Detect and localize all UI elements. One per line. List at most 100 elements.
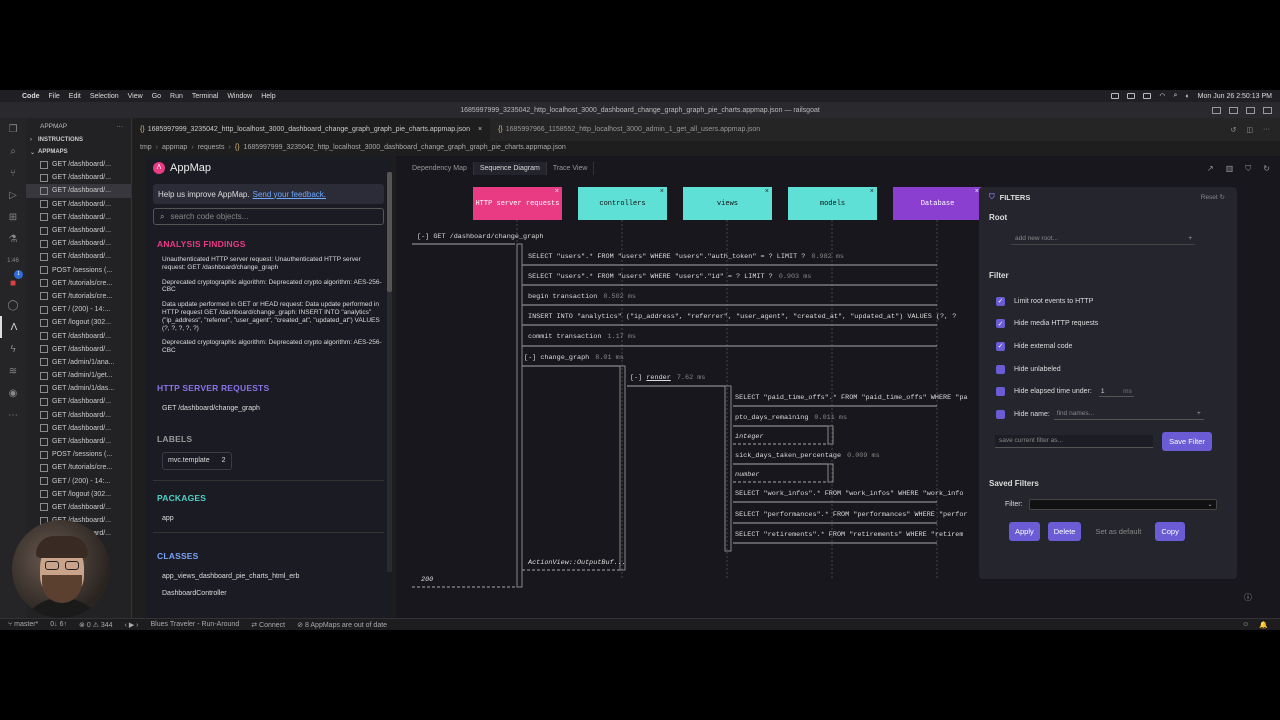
vscode-window: Code File Edit Selection View Go Run Ter… [0, 90, 1280, 630]
plus-icon[interactable]: + [1197, 410, 1204, 417]
close-icon[interactable]: × [765, 188, 769, 196]
message-text: SELECT "paid_time_offs".* FROM "paid_tim… [735, 394, 968, 402]
checkbox-unchecked[interactable]: ✓ [996, 409, 1005, 419]
sql-message[interactable]: SELECT "paid_time_offs".* FROM "paid_tim… [735, 394, 968, 402]
appmaps-out-of-date[interactable]: ⊘ 8 AppMaps are out of date [297, 621, 387, 629]
sql-message[interactable]: SELECT "performances".* FROM "performanc… [735, 511, 968, 519]
connect-label: Connect [259, 621, 286, 629]
copy-button[interactable]: Copy [1155, 521, 1185, 541]
message-text: SELECT "users".* FROM "users" WHERE "use… [528, 273, 773, 281]
sql-message[interactable]: SELECT "users".* FROM "users" WHERE "use… [528, 253, 844, 261]
now-playing[interactable]: Blues Traveler - Run-Around [151, 621, 240, 628]
webcam-overlay [12, 520, 110, 618]
checkbox-checked[interactable]: ✓ [996, 341, 1005, 351]
sync-status[interactable]: 0↓ 6↑ [50, 621, 67, 628]
return-value[interactable]: number [735, 471, 759, 479]
save-filter-input[interactable]: save current filter as... [995, 434, 1153, 448]
close-icon[interactable]: × [660, 188, 664, 196]
message-text: render [646, 374, 671, 382]
return-value[interactable]: ActionView::OutputBuf... [528, 559, 626, 567]
message-time: 1.17 ms [607, 333, 636, 341]
saved-filter-select-row: Filter: ⌄ [979, 498, 1237, 510]
actor-label: views [716, 199, 738, 208]
person-glasses [45, 561, 59, 570]
option-label: Hide unlabeled [1014, 365, 1061, 373]
response-status[interactable]: 200 [421, 576, 433, 584]
actor-2[interactable]: views × [683, 187, 772, 220]
filter-option-hide-elapsed[interactable]: ✓ Hide elapsed time under: 1 ms [979, 380, 1237, 403]
actor-label: Database [920, 199, 955, 208]
sql-message[interactable]: SELECT "work_infos".* FROM "work_infos" … [735, 490, 963, 498]
message-text: SELECT "performances".* FROM "performanc… [735, 511, 968, 519]
root-placeholder: add new root... [1015, 235, 1058, 242]
save-filter-button[interactable]: Save Filter [1162, 431, 1212, 451]
collapse-toggle[interactable]: [-] [630, 374, 642, 382]
sql-message[interactable]: SELECT "retirements".* FROM "retirements… [735, 531, 963, 539]
filter-option-hide-media[interactable]: ✓ Hide media HTTP requests [979, 313, 1237, 336]
appmaps-status-label: 8 AppMaps are out of date [304, 621, 388, 629]
chevron-down-icon: ⌄ [1207, 501, 1213, 508]
branch-indicator[interactable]: ⑂ master* [8, 621, 38, 628]
feedback-icon[interactable]: ☺ [1242, 621, 1249, 629]
reset-label: Reset [1200, 194, 1218, 201]
message-text: integer [735, 433, 764, 441]
option-label: Hide media HTTP requests [1014, 320, 1099, 328]
message-text: SELECT "users".* FROM "users" WHERE "use… [528, 253, 806, 261]
apply-button[interactable]: Apply [1009, 521, 1040, 541]
option-label: Limit root events to HTTP [1014, 297, 1094, 305]
hide-name-input[interactable]: find names... + [1053, 408, 1204, 421]
checkbox-unchecked[interactable]: ✓ [996, 364, 1005, 374]
reset-button[interactable]: Reset ↻ [1201, 193, 1225, 201]
elapsed-time-input[interactable]: 1 ms [1098, 386, 1134, 398]
saved-filter-actions: Apply Delete Set as default Copy [979, 521, 1237, 541]
filter-option-hide-external[interactable]: ✓ Hide external code [979, 335, 1237, 358]
checkbox-checked[interactable]: ✓ [996, 319, 1005, 329]
message-text: pto_days_remaining [735, 414, 809, 422]
actor-label: controllers [599, 199, 646, 208]
filter-select-label: Filter: [1005, 500, 1023, 508]
method-call[interactable]: pto_days_remaining 0.011 ms [735, 414, 847, 422]
actor-4[interactable]: Database × [893, 187, 982, 220]
sql-message[interactable]: INSERT INTO "analytics" ("ip_address", "… [528, 313, 956, 321]
method-call[interactable]: sick_days_taken_percentage 0.009 ms [735, 452, 880, 460]
add-root-input[interactable]: add new root... + [1011, 233, 1195, 245]
media-controls[interactable]: ‹ ▶ › [125, 621, 139, 629]
filters-panel: ⛉ FILTERS Reset ↻ Root add new root... +… [979, 187, 1237, 579]
checkbox-checked[interactable]: ✓ [996, 296, 1005, 306]
controller-call[interactable]: [-] change_graph 8.01 ms [524, 354, 624, 362]
actor-3[interactable]: models × [788, 187, 877, 220]
view-render-call[interactable]: [-] render 7.62 ms [630, 374, 705, 382]
info-icon[interactable]: ⓘ [1244, 592, 1252, 603]
plus-icon[interactable]: + [1188, 235, 1192, 242]
sql-message[interactable]: SELECT "users".* FROM "users" WHERE "use… [528, 273, 811, 281]
message-text: ActionView::OutputBuf... [528, 559, 626, 567]
message-text: [-] change_graph [524, 354, 590, 362]
set-default-button[interactable]: Set as default [1089, 522, 1147, 541]
filters-header: ⛉ FILTERS Reset ↻ [979, 187, 1237, 207]
filter-section-title: Filter [989, 271, 1009, 280]
filter-option-hide-unlabeled[interactable]: ✓ Hide unlabeled [979, 358, 1237, 381]
message-time: 0.009 ms [847, 452, 880, 460]
message-text: SELECT "retirements".* FROM "retirements… [735, 531, 964, 539]
return-value[interactable]: integer [735, 433, 764, 441]
close-icon[interactable]: × [555, 188, 559, 196]
problems-indicator[interactable]: ⊗ 0 ⚠ 344 [79, 621, 113, 629]
filters-title: FILTERS [999, 192, 1031, 202]
notifications-icon[interactable]: 🔔 [1259, 621, 1268, 629]
connect-status[interactable]: ⇄ Connect [251, 621, 285, 629]
filter-option-hide-name[interactable]: ✓ Hide name: find names... + [979, 403, 1237, 426]
delete-button[interactable]: Delete [1047, 521, 1082, 541]
checkbox-unchecked[interactable]: ✓ [996, 387, 1005, 397]
message-time: 0.011 ms [814, 414, 848, 422]
person-cap [36, 536, 88, 558]
actor-1[interactable]: controllers × [578, 187, 667, 220]
person-glasses [65, 561, 79, 570]
message-text: sick_days_taken_percentage [735, 452, 842, 460]
actor-0[interactable]: HTTP server requests × [473, 187, 562, 220]
close-icon[interactable]: × [870, 188, 874, 196]
filter-option-limit-root[interactable]: ✓ Limit root events to HTTP [979, 290, 1237, 313]
sql-message[interactable]: begin transaction 0.502 ms [528, 293, 636, 301]
saved-filter-select[interactable]: ⌄ [1028, 498, 1217, 510]
sql-message[interactable]: commit transaction 1.17 ms [528, 333, 636, 341]
root-call-label[interactable]: [-] GET /dashboard/change_graph [417, 233, 543, 241]
